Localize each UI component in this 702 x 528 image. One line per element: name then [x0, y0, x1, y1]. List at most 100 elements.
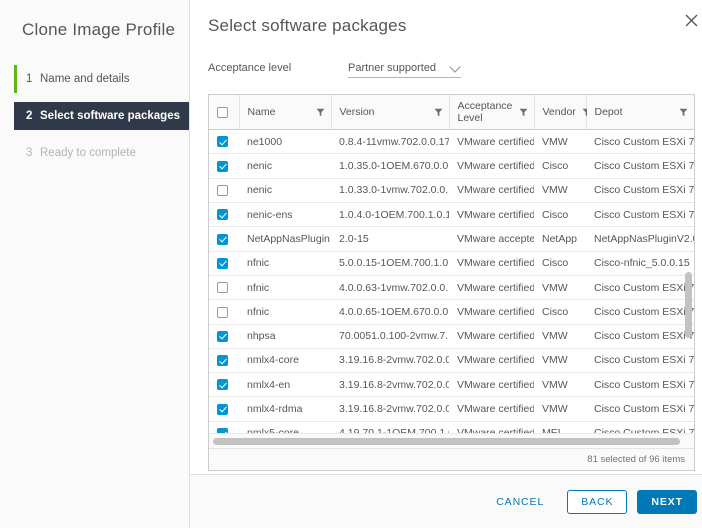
- row-depot: Cisco Custom ESXi 7.0...: [586, 396, 694, 422]
- row-name: nmlx4-en: [239, 372, 331, 398]
- row-checkbox[interactable]: [217, 282, 228, 294]
- row-acceptance-level: VMware certified: [449, 202, 534, 228]
- row-version: 1.0.4.0-1OEM.700.1.0.15...: [331, 202, 449, 228]
- table-row[interactable]: ne1000 0.8.4-11vmw.702.0.0.17... VMware ce…: [209, 129, 694, 155]
- row-depot: Cisco Custom ESXi 7.0...: [586, 202, 694, 228]
- table-row[interactable]: nenic-ens1.0.4.0-1OEM.700.1.0.15...VMwar…: [209, 202, 694, 228]
- filter-funnel-icon[interactable]: [519, 108, 528, 117]
- back-button[interactable]: BACK: [567, 489, 628, 514]
- row-acceptance-level: VMware accepted: [449, 226, 534, 252]
- column-header-name[interactable]: Name: [239, 95, 332, 131]
- acceptance-level-filter: Acceptance level Partner supported: [190, 36, 702, 78]
- table-status-bar: 81 selected of 96 items: [209, 448, 694, 470]
- row-vendor: VMW: [534, 396, 586, 422]
- next-button[interactable]: NEXT: [637, 489, 697, 514]
- row-checkbox[interactable]: [217, 403, 228, 415]
- column-header-vendor[interactable]: Vendor: [534, 95, 591, 131]
- row-vendor: Cisco: [534, 251, 586, 276]
- row-checkbox[interactable]: [217, 185, 228, 197]
- row-acceptance-level: VMware certified: [449, 251, 534, 276]
- filter-funnel-icon[interactable]: [316, 108, 325, 117]
- table-row[interactable]: nfnic 4.0.0.63-1vmw.702.0.0... VMware cert…: [209, 275, 694, 301]
- row-depot: Cisco Custom ESXi 7.0...: [586, 129, 694, 155]
- table-row[interactable]: nhpsa 70.0051.0.100-2vmw.7... VMware certi…: [209, 324, 694, 349]
- filter-funnel-icon[interactable]: [679, 108, 688, 117]
- row-name: nfnic: [239, 275, 331, 301]
- table-row[interactable]: nmlx4-en 3.19.16.8-2vmw.702.0.0... VMware …: [209, 372, 694, 398]
- table-row[interactable]: nfnic5.0.0.15-1OEM.700.1.0.1...VMware ce…: [209, 251, 694, 276]
- row-checkbox[interactable]: [217, 355, 228, 367]
- row-depot: Cisco Custom ESXi 7.0...: [586, 372, 694, 398]
- row-depot: Cisco Custom ESXi 7.0...: [586, 421, 694, 433]
- row-checkbox[interactable]: [217, 136, 228, 148]
- row-checkbox-cell: [209, 324, 239, 349]
- row-vendor: MEL: [534, 421, 586, 433]
- row-vendor: VMW: [534, 348, 586, 374]
- table-horizontal-scrollbar[interactable]: [209, 433, 694, 448]
- table-row[interactable]: nmlx4-core 3.19.16.8-2vmw.702.0.0... VMwar…: [209, 348, 694, 374]
- row-checkbox[interactable]: [217, 428, 228, 433]
- software-packages-table: Name Version Acceptance Level Vendor Dep…: [208, 94, 695, 471]
- wizard-sidebar: Clone Image Profile 1 Name and details 2…: [0, 0, 190, 528]
- wizard-main-panel: Select software packages Acceptance leve…: [190, 0, 702, 528]
- row-version: 1.0.33.0-1vmw.702.0.0.1...: [331, 178, 449, 204]
- sidebar-step-select-software-packages[interactable]: 2 Select software packages: [14, 102, 189, 130]
- row-name: nenic-ens: [239, 202, 331, 228]
- column-header-acceptance-level[interactable]: Acceptance Level: [449, 95, 535, 131]
- row-checkbox[interactable]: [217, 330, 228, 342]
- row-name: ne1000: [239, 129, 331, 155]
- row-name: nfnic: [239, 299, 331, 325]
- row-vendor: VMW: [534, 178, 586, 204]
- step-label: Ready to complete: [40, 147, 136, 159]
- cancel-button[interactable]: CANCEL: [483, 490, 557, 514]
- row-checkbox[interactable]: [217, 257, 228, 269]
- table-row[interactable]: nmlx5-core4.19.70.1-1OEM.700.1.0...VMwar…: [209, 421, 694, 433]
- acceptance-level-select[interactable]: Partner supported: [348, 58, 461, 78]
- table-row[interactable]: NetAppNasPlugin 2.0-15 VMware accepted NetA…: [209, 226, 694, 252]
- row-vendor: VMW: [534, 372, 586, 398]
- row-checkbox[interactable]: [217, 379, 228, 391]
- column-label: Depot: [594, 106, 623, 119]
- row-checkbox-cell: [209, 275, 239, 301]
- column-header-version[interactable]: Version: [331, 95, 450, 131]
- row-version: 1.0.35.0-1OEM.670.0.0...: [331, 153, 449, 179]
- row-vendor: VMW: [534, 275, 586, 301]
- row-depot: Cisco Custom ESXi 7.0...: [586, 153, 694, 179]
- row-checkbox[interactable]: [217, 209, 228, 221]
- horizontal-scrollbar-thumb[interactable]: [213, 437, 681, 445]
- row-checkbox[interactable]: [217, 233, 228, 245]
- table-vertical-scrollbar[interactable]: [685, 124, 692, 433]
- table-row[interactable]: nmlx4-rdma 3.19.16.8-2vmw.702.0.0... VMwar…: [209, 396, 694, 422]
- sidebar-step-name-and-details[interactable]: 1 Name and details: [0, 65, 189, 93]
- column-label: Version: [339, 106, 375, 119]
- row-depot: Cisco Custom ESXi 7.0...: [586, 299, 694, 325]
- row-name: nmlx4-core: [239, 348, 331, 374]
- table-row[interactable]: nfnic 4.0.0.65-1OEM.670.0.0... VMware cert…: [209, 299, 694, 325]
- step-number: 1: [26, 73, 33, 85]
- column-header-depot[interactable]: Depot: [586, 95, 694, 131]
- row-checkbox-cell: [209, 178, 239, 204]
- column-label: Vendor: [542, 106, 576, 119]
- column-label: Name: [247, 106, 276, 119]
- row-checkbox[interactable]: [217, 306, 228, 318]
- row-version: 3.19.16.8-2vmw.702.0.0...: [331, 372, 449, 398]
- row-checkbox-cell: [209, 299, 239, 325]
- wizard-steps: 1 Name and details 2 Select software pac…: [0, 65, 189, 167]
- page-title: Select software packages: [208, 16, 407, 35]
- table-row[interactable]: nenic 1.0.35.0-1OEM.670.0.0... VMware cert…: [209, 153, 694, 179]
- row-depot: Cisco Custom ESXi 7.0...: [586, 178, 694, 204]
- row-checkbox-cell: [209, 153, 239, 179]
- select-all-checkbox[interactable]: [217, 106, 228, 118]
- packages-table: Name Version Acceptance Level Vendor Dep…: [209, 95, 694, 433]
- step-number: 3: [26, 147, 33, 159]
- close-icon[interactable]: [679, 8, 702, 32]
- row-vendor: Cisco: [534, 202, 586, 228]
- main-header: Select software packages: [190, 0, 702, 36]
- row-checkbox[interactable]: [217, 160, 228, 172]
- row-vendor: VMW: [534, 129, 586, 155]
- row-name: nmlx5-core: [239, 421, 331, 433]
- filter-funnel-icon[interactable]: [434, 108, 443, 117]
- table-row[interactable]: nenic1.0.33.0-1vmw.702.0.0.1...VMware ce…: [209, 178, 694, 204]
- vertical-scrollbar-thumb[interactable]: [685, 272, 692, 338]
- row-checkbox-cell: [209, 421, 239, 433]
